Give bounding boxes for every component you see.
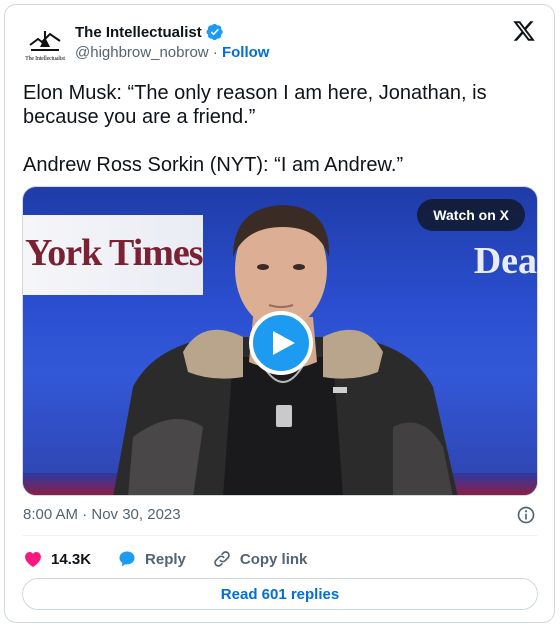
tweet-timestamp[interactable]: 8:00 AM · Nov 30, 2023 [23,506,181,523]
tweet-text: Elon Musk: “The only reason I am here, J… [23,82,487,176]
watch-on-x-button[interactable]: Watch on X [417,199,525,231]
follow-button[interactable]: Follow [222,44,270,61]
info-icon[interactable] [516,505,536,525]
tweet-card: The Intellectualist The Intellectualist … [4,4,555,623]
author-avatar[interactable]: The Intellectualist [21,21,69,69]
author-name-row: The Intellectualist [75,23,224,41]
copy-link-button[interactable]: Copy link [212,549,308,569]
link-icon [214,551,230,567]
x-logo-icon[interactable] [512,19,536,43]
like-count: 14.3K [51,550,92,568]
backdrop-banner-right-text: Dea [473,240,537,282]
verified-badge-icon [206,23,223,41]
copy-link-label: Copy link [239,550,308,568]
reply-bubble-icon [119,551,135,567]
handle-separator: · [208,44,222,61]
video-player[interactable]: York Times Dea Watch on X [22,186,538,496]
author-handle[interactable]: @highbrow_nobrow [75,44,209,61]
play-button[interactable] [249,311,313,375]
author-display-name[interactable]: The Intellectualist [75,24,202,41]
heart-icon [25,552,41,567]
reply-button[interactable]: Reply [117,549,186,569]
reply-label: Reply [145,550,186,568]
like-button[interactable]: 14.3K [23,549,91,569]
read-replies-label: Read 601 replies [220,585,340,603]
action-bar: 14.3K Reply Copy link [23,545,333,573]
author-handle-row: @highbrow_nobrow · Follow [75,44,269,61]
avatar-logo-icon [29,30,61,51]
read-replies-button[interactable]: Read 601 replies [22,578,538,610]
avatar-wordmark: The Intellectualist [25,55,65,62]
play-icon [272,331,295,355]
divider [22,535,538,536]
